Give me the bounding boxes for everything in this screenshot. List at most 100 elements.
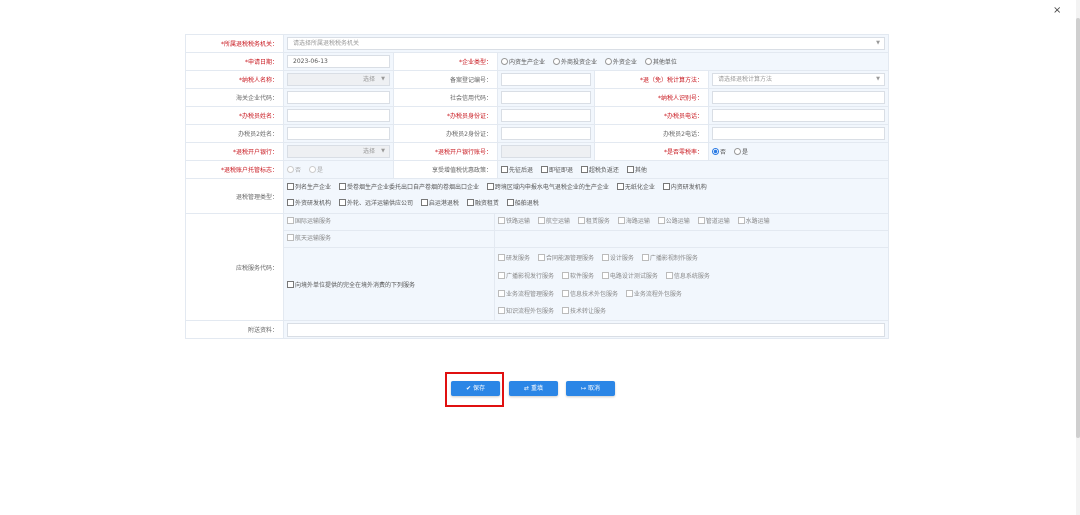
highlight-box [445, 372, 504, 407]
checkbox-info-system[interactable]: 信息系统服务 [665, 268, 710, 286]
tax-office-select[interactable]: 请选择所属退税税务机关 ▼ [287, 37, 886, 50]
bank-account-input[interactable] [501, 145, 591, 158]
checkbox-air[interactable]: 航空运输 [537, 215, 570, 231]
agent2-phone-input[interactable] [712, 127, 886, 140]
calc-method-placeholder: 请选择退税计算方法 [718, 76, 773, 83]
form-row-mgmt-type: 退税管理类型： 列名生产企业 受卷烟生产企业委托出口自产卷烟的卷烟出口企业 跨境… [185, 178, 890, 214]
mgmt-type-label: 退税管理类型： [185, 178, 284, 214]
services-panel: 国际运输服务 铁路运输 航空运输 租赁服务 海路运输 公路运输 管道运输 水路运… [282, 213, 890, 321]
checkbox-port-refund[interactable]: 启运港退税 [420, 196, 459, 212]
checkbox-leasing[interactable]: 租赁服务 [577, 215, 610, 231]
reset-button[interactable]: ⇄ 重填 [509, 381, 558, 396]
agent-phone-input[interactable] [712, 109, 886, 122]
entrust-label: 退税账户托管标志： [185, 160, 284, 179]
checkbox-icon [287, 217, 294, 224]
reset-button-label: 重填 [530, 385, 543, 392]
radio-entrust-no[interactable]: 否 [287, 165, 301, 174]
checkbox-software[interactable]: 软件服务 [561, 268, 594, 286]
checkbox-foreign-rnd[interactable]: 外资研发机构 [287, 196, 331, 212]
checkbox-levy-refund[interactable]: 先征后退 [501, 165, 533, 174]
checkbox-other-policy[interactable]: 其他 [626, 165, 647, 174]
record-number-label: 备案登记编号： [393, 70, 498, 89]
checkbox-bpo[interactable]: 业务流程外包服务 [625, 286, 682, 304]
checkbox-kpo[interactable]: 知识流程外包服务 [498, 304, 554, 320]
checkbox-design[interactable]: 设计服务 [601, 250, 634, 268]
calc-method-select[interactable]: 请选择退税计算方法 ▼ [712, 73, 886, 86]
credit-code-input[interactable] [501, 91, 591, 104]
checkbox-paperless[interactable]: 无纸化企业 [616, 180, 655, 196]
cancel-button[interactable]: ↦ 取消 [566, 381, 615, 396]
checkbox-sea[interactable]: 海路运输 [617, 215, 650, 231]
checkbox-foreign-services[interactable]: 向境外单位提供的完全在境外消费的下列服务 [287, 280, 415, 289]
date-input[interactable]: 2023-06-13 [287, 55, 390, 68]
agent2-id-input[interactable] [501, 127, 591, 140]
checkbox-ocean-supply[interactable]: 外轮、远洋运输供应公司 [338, 196, 413, 212]
checkbox-film-production[interactable]: 广播影视制作服务 [641, 250, 698, 268]
checkbox-ship-refund[interactable]: 船舶退税 [506, 196, 539, 212]
radio-other-unit[interactable]: 其他单位 [644, 57, 677, 66]
radio-entrust-yes[interactable]: 是 [308, 165, 323, 174]
customs-code-input[interactable] [287, 91, 390, 104]
radio-foreign-invested[interactable]: 外商投资企业 [552, 57, 597, 66]
radio-checked-icon [712, 148, 719, 155]
form-row-tax-office: 所属退税税务机关： 请选择所属退税税务机关 ▼ [185, 34, 890, 53]
entrust-radios: 否 是 [283, 160, 394, 179]
checkbox-icon [561, 307, 569, 314]
radio-domestic-producer[interactable]: 内资生产企业 [501, 57, 545, 66]
checkbox-listed-producer[interactable]: 列名生产企业 [287, 180, 331, 196]
radio-foreign-owned[interactable]: 外资企业 [604, 57, 637, 66]
checkbox-icon [501, 166, 508, 173]
checkbox-pipeline[interactable]: 管道运输 [697, 215, 730, 231]
checkbox-icon [561, 272, 569, 279]
checkbox-waterway[interactable]: 水路运输 [737, 215, 770, 231]
agent2-name-input[interactable] [287, 127, 390, 140]
checkbox-cross-border[interactable]: 跨境区域内申报水电气退税企业的生产企业 [486, 180, 609, 196]
checkbox-icon [287, 280, 294, 288]
checkbox-excess-return[interactable]: 超税负返还 [580, 165, 619, 174]
customs-code-label: 海关企业代码： [185, 88, 284, 107]
checkbox-cigarette-export[interactable]: 受卷烟生产企业委托出口自产卷烟的卷烟出口企业 [338, 180, 479, 196]
chevron-down-icon: ▼ [876, 40, 881, 46]
record-number-input[interactable] [501, 73, 591, 86]
checkbox-domestic-rnd[interactable]: 内资研发机构 [662, 180, 707, 196]
checkbox-rnd-service[interactable]: 研发服务 [498, 250, 530, 268]
checkbox-intl-transport[interactable]: 国际运输服务 [287, 215, 331, 231]
close-icon[interactable]: × [1053, 5, 1061, 16]
checkbox-energy-mgmt[interactable]: 合同能源管理服务 [537, 250, 594, 268]
taxpayer-id-input[interactable] [712, 91, 886, 104]
attachments-input[interactable] [287, 322, 886, 337]
checkbox-ito[interactable]: 信息技术外包服务 [561, 286, 618, 304]
checkbox-rail[interactable]: 铁路运输 [498, 215, 530, 231]
checkbox-icon [601, 272, 609, 279]
checkbox-road[interactable]: 公路运输 [657, 215, 690, 231]
checkbox-space-transport[interactable]: 航天运输服务 [287, 231, 331, 247]
scrollbar-thumb[interactable] [1076, 18, 1080, 438]
checkbox-icon [601, 254, 609, 261]
taxpayer-name-select[interactable]: 选择 ▼ [287, 73, 390, 86]
checkbox-tech-transfer[interactable]: 技术转让服务 [561, 304, 606, 320]
checkbox-film-distribution[interactable]: 广播影视发行服务 [498, 268, 554, 286]
form-row-codes: 海关企业代码： 社会信用代码： 纳税人识别号： [185, 88, 890, 107]
taxpayer-select-text: 选择 [362, 76, 375, 83]
form-row-agent2: 办税员2姓名： 办税员2身份证： 办税员2电话： [185, 124, 890, 143]
services-label: 应税服务代码： [185, 213, 284, 321]
checkbox-icon [540, 166, 548, 173]
vat-policy-checkboxes: 先征后退 即征即退 超税负返还 其他 [496, 160, 890, 179]
radio-zero-rate-no[interactable]: 否 [712, 147, 726, 156]
scrollbar[interactable] [1076, 0, 1080, 515]
checkbox-icon [737, 217, 745, 224]
checkbox-bpm[interactable]: 业务流程管理服务 [498, 286, 554, 304]
agent-id-label: 办税员身份证： [393, 106, 498, 125]
bank-select[interactable]: 选择 ▼ [287, 145, 390, 158]
calc-method-label: 退（免）税计算方法： [594, 70, 709, 89]
form-row-entrust: 退税账户托管标志： 否 是 享受增值税优惠政策： 先征后退 即征即退 超税负返还… [185, 160, 890, 179]
agent-id-input[interactable] [501, 109, 591, 122]
checkbox-circuit-design[interactable]: 电路设计测试服务 [601, 268, 658, 286]
radio-zero-rate-yes[interactable]: 是 [733, 147, 748, 156]
checkbox-icon [338, 183, 346, 190]
checkbox-finance-lease[interactable]: 融资租赁 [466, 196, 499, 212]
refund-form: 所属退税税务机关： 请选择所属退税税务机关 ▼ 申请日期： 2023-06-13… [185, 34, 890, 339]
radio-icon [308, 166, 316, 173]
checkbox-instant-refund[interactable]: 即征即退 [540, 165, 573, 174]
agent-name-input[interactable] [287, 109, 390, 122]
